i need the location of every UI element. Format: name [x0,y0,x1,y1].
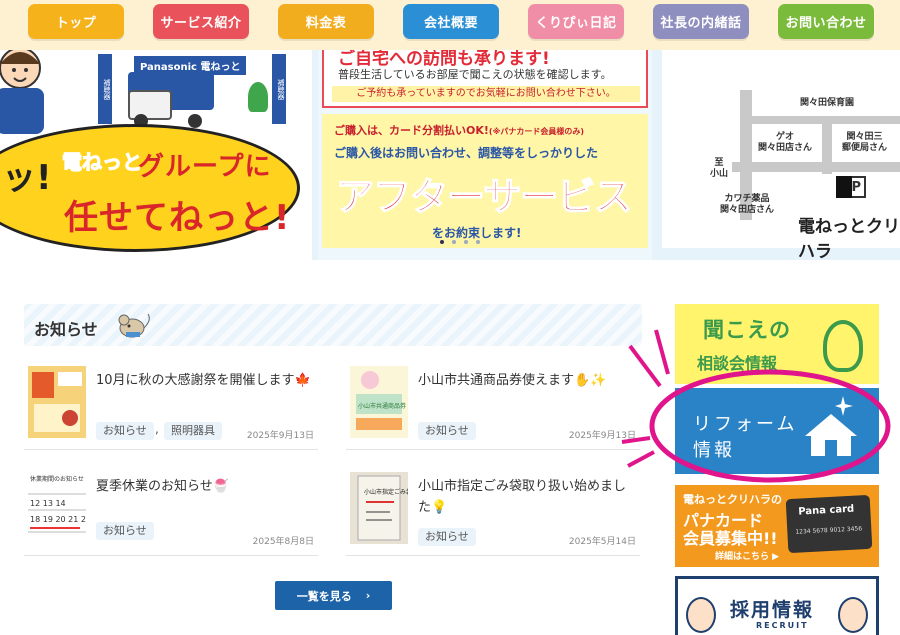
ear-icon [823,320,863,372]
news-item[interactable]: 10月に秋の大感謝祭を開催します🍁 お知らせ , 照明器具 2025年9月13日 [24,366,318,450]
truck-cab [128,90,172,120]
house-icon [805,414,857,456]
bubble-text-line2: 任せてねっと! [64,198,291,238]
slider-dot[interactable] [440,240,444,244]
pana-details-link[interactable]: 詳細はこちら ▶ [715,549,779,562]
news-item-title[interactable]: 小山市指定ごみ袋取り扱い始めました💡 [418,476,638,518]
nav-president[interactable]: 社長の内緒話 [653,4,749,39]
bubble-text-line1: グループに [138,152,272,182]
reform-title: リフォーム [693,414,798,435]
category-tag[interactable]: お知らせ [418,422,476,440]
view-all-button[interactable]: 一覧を見る › [275,581,392,610]
nav-top[interactable]: トップ [28,4,124,39]
chevron-right-icon: › [365,589,371,602]
visit-box: ご自宅への訪問も承ります! 普段生活しているお部屋で聞こえの状態を確認します。 … [322,50,648,108]
map-label-geo: ゲオ 関々田店さん [758,132,813,153]
shop-marker-icon [836,176,852,198]
svg-text:小山市指定ごみ袋: 小山市指定ごみ袋 [364,488,408,496]
sparkle-icon [835,396,853,416]
visit-note: ご予約も承っていますのでお気軽にお問い合わせ下さい。 [332,86,640,102]
news-item[interactable]: 小山市共通商品券 小山市共通商品券使えます✋✨ お知らせ 2025年9月13日 [346,366,640,450]
card-number: 1234 5678 9012 3456 [795,525,863,536]
after-line2: ご購入後はお問い合わせ、調整等をしっかりした [334,146,599,160]
credit-card-icon: Pana card 1234 5678 9012 3456 [785,494,873,554]
slider-dot[interactable] [464,240,468,244]
slider-dot[interactable] [452,240,456,244]
map-label-direction: 至 小山 [710,158,729,179]
svg-text:休業期間のお知らせ: 休業期間のお知らせ [30,475,84,483]
staff-face-icon [686,597,716,633]
category-tag[interactable]: お知らせ [96,522,154,540]
staff-face-icon [838,597,868,633]
banner-recruit[interactable]: 採用情報 RECRUIT [675,576,879,635]
view-all-label: 一覧を見る [296,589,352,603]
hearing-title: 聞こえの [703,318,791,342]
map-label-post: 関々田三 郵便局さん [842,132,888,153]
recruit-title: 採用情報 [730,599,815,621]
hero-banner-left: 補聴器 補聴器 Panasonic 電ねっと ッ! 電ねっと グループに 任せて… [0,50,312,260]
news-thumb-garbage-bag: 小山市指定ごみ袋 [350,472,408,544]
map-label-pharmacy: カワチ薬品 関々田店さん [720,194,775,215]
svg-text:12 13 14: 12 13 14 [30,499,66,508]
signpost-left: 補聴器 [98,54,112,124]
category-tag[interactable]: お知らせ [418,528,476,546]
tree-icon [248,82,268,112]
pana-line1: 電ねっとクリハラの [683,493,782,506]
bubble-exclaim: ッ! [2,158,52,198]
visit-desc: 普段生活しているお部屋で聞こえの状態を確認します。 [338,68,612,81]
nav-services[interactable]: サービス紹介 [153,4,249,39]
reform-subtitle: 情報 [693,440,735,461]
category-tag[interactable]: 照明器具 [164,422,222,440]
nav-company[interactable]: 会社概要 [403,4,499,39]
news-title: お知らせ [34,320,98,339]
nav-pricing[interactable]: 料金表 [278,4,374,39]
signpost-right: 補聴器 [272,54,286,124]
mascot-man-icon [0,50,44,134]
banner-hearing-consultation[interactable]: 聞こえの 相談会情報 [675,304,879,384]
mouse-mascot-icon [118,313,150,338]
map-road [752,116,900,124]
map-road [822,116,832,174]
map-road [732,162,900,172]
news-item[interactable]: 小山市指定ごみ袋 小山市指定ごみ袋取り扱い始めました💡 お知らせ 2025年5月… [346,472,640,556]
hearing-subtitle: 相談会情報 [697,354,778,373]
pana-line3: 会員募集中!! [683,529,778,548]
tag-separator: , [155,422,159,436]
map-label-nursery: 関々田保育園 [800,98,855,108]
wheel-icon [188,114,202,128]
slider-dot[interactable] [476,240,480,244]
after-service-heading: アフターサービス [335,174,633,220]
hero-map: 関々田保育園 ゲオ 関々田店さん 関々田三 郵便局さん 至 小山 カワチ薬品 関… [662,50,900,260]
news-item-title[interactable]: 夏季休業のお知らせ🍧 [96,476,316,497]
news-thumb-festival [28,366,86,438]
svg-text:小山市共通商品券: 小山市共通商品券 [358,402,406,410]
news-item-title[interactable]: 小山市共通商品券使えます✋✨ [418,370,638,391]
recruit-subtitle: RECRUIT [756,621,809,630]
nav-contact[interactable]: お問い合わせ [778,4,874,39]
news-date: 2025年8月8日 [252,537,314,547]
global-nav: トップ サービス紹介 料金表 会社概要 くりぴぃ日記 社長の内緒話 お問い合わせ [0,0,900,50]
svg-text:18 19 20 21 22: 18 19 20 21 22 [30,515,86,524]
news-date: 2025年5月14日 [568,537,636,547]
banner-panacard[interactable]: 電ねっとクリハラの パナカード 会員募集中!! 詳細はこちら ▶ Pana ca… [675,485,879,567]
map-brand: 電ねっとクリハラ [798,217,900,260]
news-item-title[interactable]: 10月に秋の大感謝祭を開催します🍁 [96,370,316,391]
after-service-box: ご購入は、カード分割払いOK!(※パナカード会員様のみ) ご購入後はお問い合わせ… [322,114,648,248]
nav-diary[interactable]: くりぴぃ日記 [528,4,624,39]
truck-label: Panasonic 電ねっと [134,56,247,75]
category-tag[interactable]: お知らせ [96,422,154,440]
news-date: 2025年9月13日 [568,431,636,441]
hero-slider[interactable]: 補聴器 補聴器 Panasonic 電ねっと ッ! 電ねっと グループに 任せて… [0,50,900,260]
after-line3: をお約束します! [432,226,522,240]
after-line1: ご購入は、カード分割払いOK!(※パナカード会員様のみ) [334,124,584,137]
news-thumb-calendar: 休業期間のお知らせ 12 13 14 18 19 20 21 22 [28,472,86,544]
banner-reform-info[interactable]: リフォーム 情報 [675,388,879,474]
news-header: お知らせ [24,304,642,346]
news-thumb-voucher: 小山市共通商品券 [350,366,408,438]
card-name: Pana card [798,503,855,518]
news-date: 2025年9月13日 [246,431,314,441]
hero-banner-middle: ご自宅への訪問も承ります! 普段生活しているお部屋で聞こえの状態を確認します。 … [318,50,652,260]
brand-logo: 電ねっと [62,150,143,175]
news-item[interactable]: 休業期間のお知らせ 12 13 14 18 19 20 21 22 夏季休業のお… [24,472,318,556]
